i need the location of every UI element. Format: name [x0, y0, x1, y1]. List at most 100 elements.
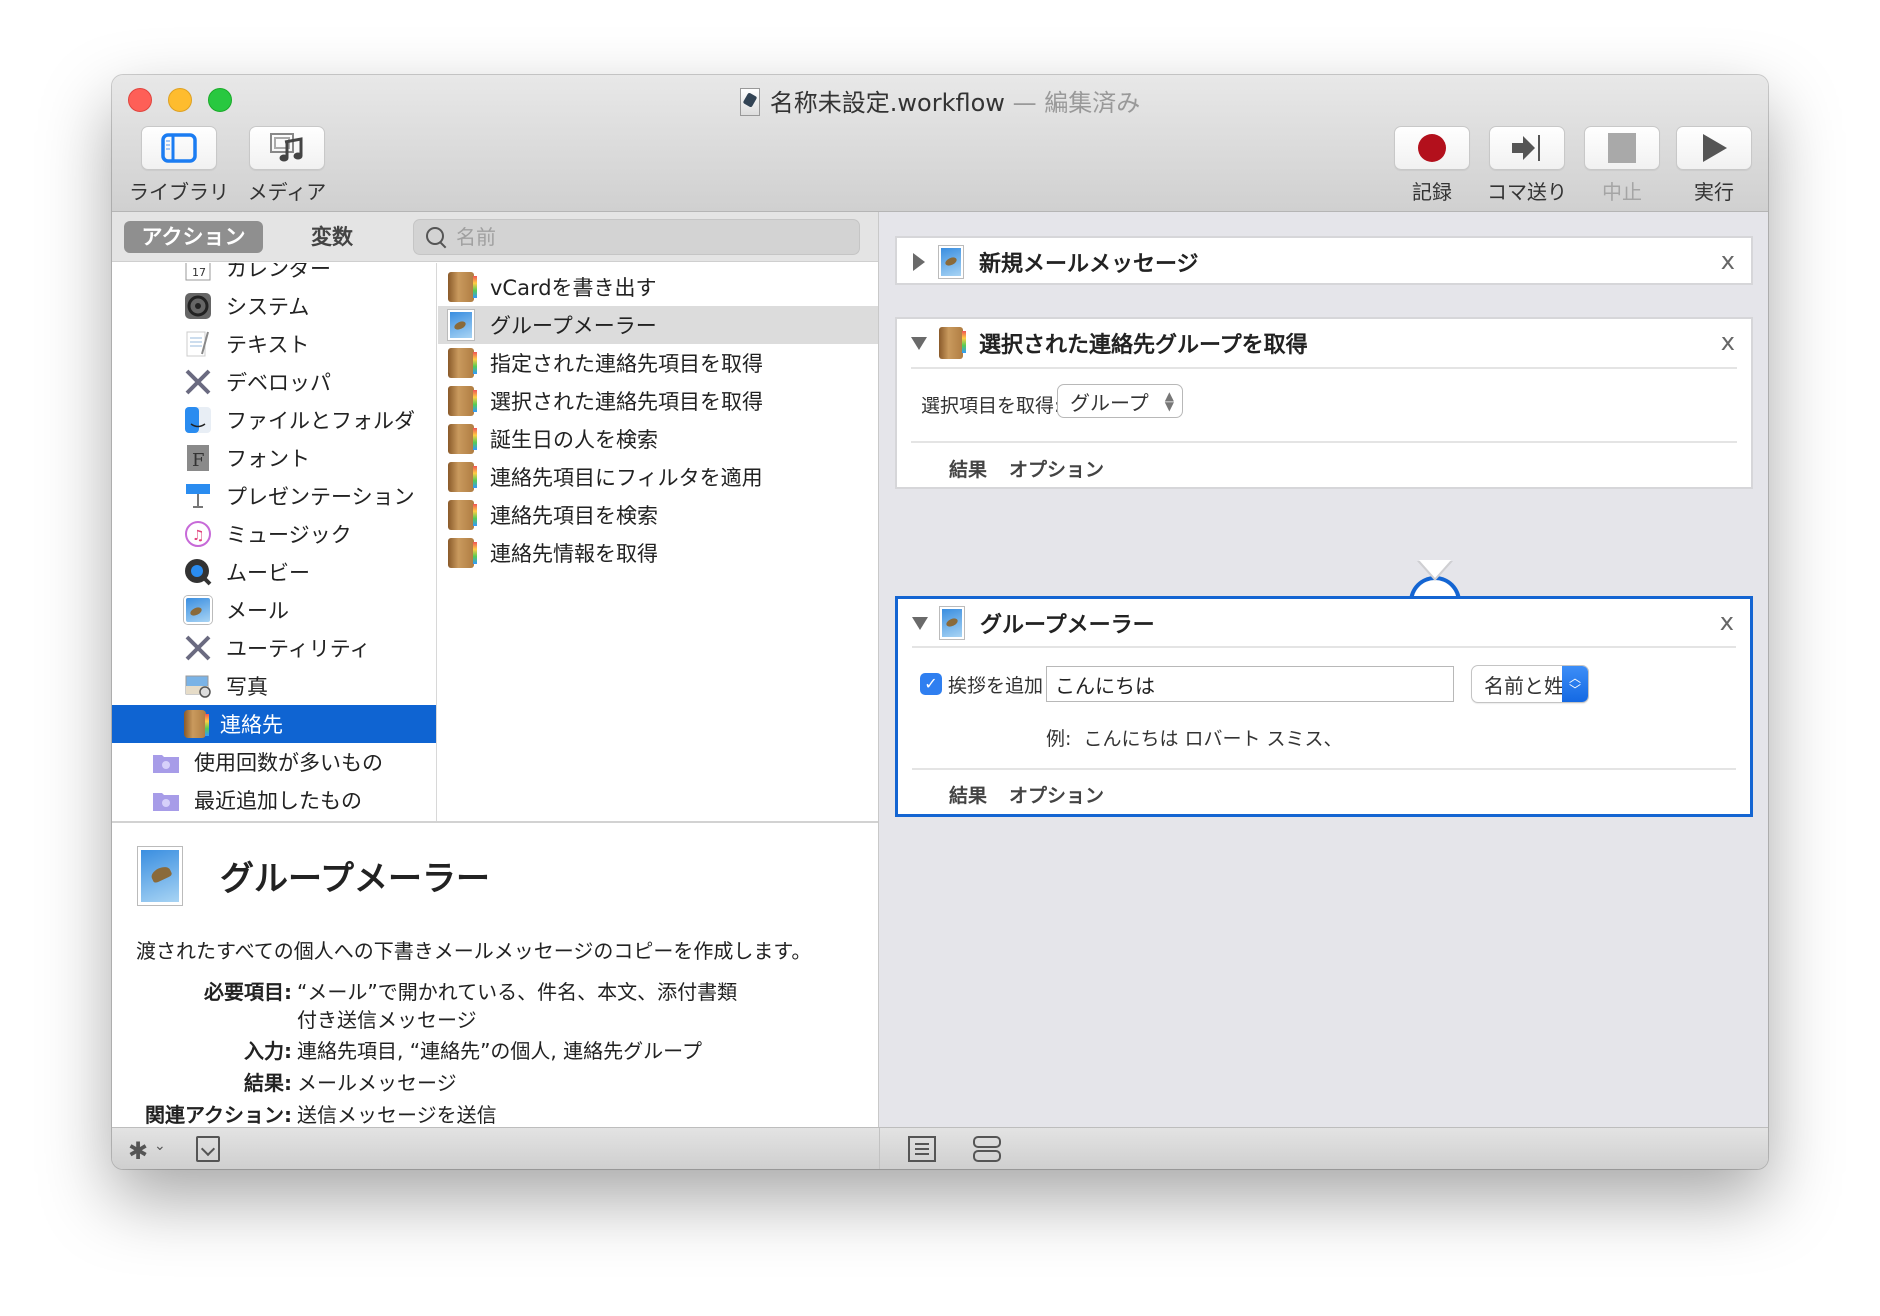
category-calendar[interactable]: 17 カレンダー [112, 263, 436, 287]
category-list[interactable]: 17 カレンダー システム テキスト デベロッパ ファイルとフォルダ F フォン… [112, 263, 437, 821]
category-presentations[interactable]: プレゼンテーション [112, 477, 436, 515]
category-photos[interactable]: 写真 [112, 667, 436, 705]
add-greeting-checkbox[interactable]: ✓ [920, 673, 942, 695]
toggle-description-icon[interactable] [196, 1136, 220, 1162]
svg-text:F: F [192, 450, 205, 471]
run-label: 実行 [1694, 180, 1734, 204]
window-title-text: 名称未設定.workflow [769, 89, 1005, 117]
font-icon: F [187, 445, 209, 471]
category-text[interactable]: テキスト [112, 325, 436, 363]
variables-view-icon[interactable] [973, 1136, 1001, 1162]
card-divider [911, 367, 1737, 369]
disclosure-triangle-icon[interactable] [911, 336, 927, 350]
action-list[interactable]: vCardを書き出す グループメーラー 指定された連絡先項目を取得 選択された連… [438, 263, 879, 821]
contacts-icon [939, 327, 966, 359]
quicktime-icon [185, 559, 212, 586]
step-icon [1512, 135, 1540, 161]
description-key: 必要項目: [204, 980, 292, 1004]
options-tab[interactable]: オプション [1009, 781, 1104, 808]
name-format-popup[interactable]: 名前と姓 ︿ ﹀ [1471, 665, 1589, 703]
updown-chevron-icon: ︿ ﹀ [1562, 666, 1588, 702]
edited-label: 編集済み [1044, 89, 1141, 117]
record-label: 記録 [1412, 180, 1452, 204]
pane-splitter[interactable] [879, 1128, 880, 1169]
bottom-bar: ✱ ⌄ [112, 1127, 1768, 1169]
remove-action-button[interactable]: x [1720, 608, 1734, 636]
window-title: 名称未設定.workflow — 編集済み [112, 83, 1768, 118]
library-tabs: アクション 変数 [112, 212, 878, 262]
action-item[interactable]: 連絡先項目を検索 [438, 496, 878, 534]
card-title: 選択された連絡先グループを取得 [979, 333, 1308, 358]
tab-variables[interactable]: 変数 [282, 221, 382, 253]
category-developer[interactable]: デベロッパ [112, 363, 436, 401]
category-fonts[interactable]: F フォント [112, 439, 436, 477]
remove-action-button[interactable]: x [1721, 247, 1735, 275]
category-recently-added[interactable]: 最近追加したもの [112, 781, 436, 819]
disclosure-triangle-icon[interactable] [912, 616, 928, 630]
results-tab[interactable]: 結果 [949, 781, 987, 808]
greeting-input[interactable] [1046, 666, 1454, 702]
search-field[interactable] [413, 219, 860, 255]
category-mail[interactable]: メール [112, 591, 436, 629]
step-button[interactable] [1489, 126, 1565, 170]
updown-chevron-icon: ▲ ▼ [1164, 389, 1174, 413]
keynote-icon [186, 484, 210, 508]
library-button[interactable] [141, 126, 217, 170]
mail-icon [448, 310, 474, 340]
category-label: システム [226, 295, 310, 319]
media-icon [270, 133, 303, 162]
disclosure-triangle-icon[interactable] [913, 253, 925, 271]
description-row-requires: 必要項目: “メール”で開かれている、件名、本文、添付書類付き送信メッセージ [112, 978, 832, 1034]
log-view-icon[interactable] [908, 1136, 936, 1162]
action-item[interactable]: 連絡先情報を取得 [438, 534, 878, 572]
category-most-used[interactable]: 使用回数が多いもの [112, 743, 436, 781]
selection-type-value: グループ [1070, 390, 1149, 415]
stop-button[interactable] [1584, 126, 1660, 170]
workflow-card-get-groups[interactable]: 選択された連絡先グループを取得 x 選択項目を取得: グループ ▲ ▼ 結果 オプ… [895, 317, 1753, 489]
contacts-icon [448, 462, 477, 492]
data-connector-notch [1419, 560, 1451, 578]
remove-action-button[interactable]: x [1721, 328, 1735, 356]
selection-type-popup[interactable]: グループ ▲ ▼ [1057, 384, 1183, 418]
category-contacts[interactable]: 連絡先 [112, 705, 436, 743]
name-format-value: 名前と姓 [1484, 673, 1564, 698]
category-utilities[interactable]: ユーティリティ [112, 629, 436, 667]
system-icon [185, 293, 211, 319]
workflow-card-new-mail[interactable]: 新規メールメッセージ x [895, 236, 1753, 285]
library-pane: アクション 変数 17 カレンダー システム テキスト デベロッパ [112, 212, 879, 1127]
action-item[interactable]: 選択された連絡先項目を取得 [438, 382, 878, 420]
action-item[interactable]: 指定された連絡先項目を取得 [438, 344, 878, 382]
category-music[interactable]: ♫ ミュージック [112, 515, 436, 553]
category-label: ファイルとフォルダ [226, 409, 415, 433]
action-label: vCardを書き出す [490, 276, 657, 300]
record-icon [1418, 134, 1446, 162]
category-label: メール [226, 599, 289, 623]
gear-icon[interactable]: ✱ [128, 1137, 148, 1165]
search-input[interactable] [456, 225, 836, 249]
results-tab[interactable]: 結果 [949, 455, 987, 482]
media-button[interactable] [249, 126, 325, 170]
library-icon [161, 133, 197, 163]
action-label: 連絡先項目にフィルタを適用 [490, 466, 763, 490]
description-value: 連絡先項目, “連絡先”の個人, 連絡先グループ [297, 1039, 702, 1063]
description-value: 送信メッセージを送信 [297, 1103, 497, 1127]
run-button[interactable] [1676, 126, 1752, 170]
chevron-down-icon[interactable]: ⌄ [154, 1138, 166, 1154]
options-tab[interactable]: オプション [1009, 455, 1104, 482]
action-item[interactable]: グループメーラー [438, 306, 878, 344]
svg-text:17: 17 [192, 266, 206, 279]
action-item[interactable]: vCardを書き出す [438, 268, 878, 306]
action-label: 誕生日の人を検索 [490, 428, 658, 452]
category-movies[interactable]: ムービー [112, 553, 436, 591]
action-description: グループメーラー 渡されたすべての個人への下書きメールメッセージのコピーを作成し… [112, 823, 878, 1127]
record-button[interactable] [1394, 126, 1470, 170]
tab-actions[interactable]: アクション [124, 221, 263, 253]
action-item[interactable]: 誕生日の人を検索 [438, 420, 878, 458]
category-label: 写真 [226, 675, 268, 699]
category-system[interactable]: システム [112, 287, 436, 325]
action-item[interactable]: 連絡先項目にフィルタを適用 [438, 458, 878, 496]
card-header: 選択された連絡先グループを取得 [897, 319, 1751, 367]
category-label: プレゼンテーション [226, 485, 415, 509]
category-files-folders[interactable]: ファイルとフォルダ [112, 401, 436, 439]
workflow-card-group-mailer[interactable]: グループメーラー x ✓ 挨拶を追加 名前と姓 ︿﹀ 例: こんにちは ロバート… [895, 596, 1753, 817]
